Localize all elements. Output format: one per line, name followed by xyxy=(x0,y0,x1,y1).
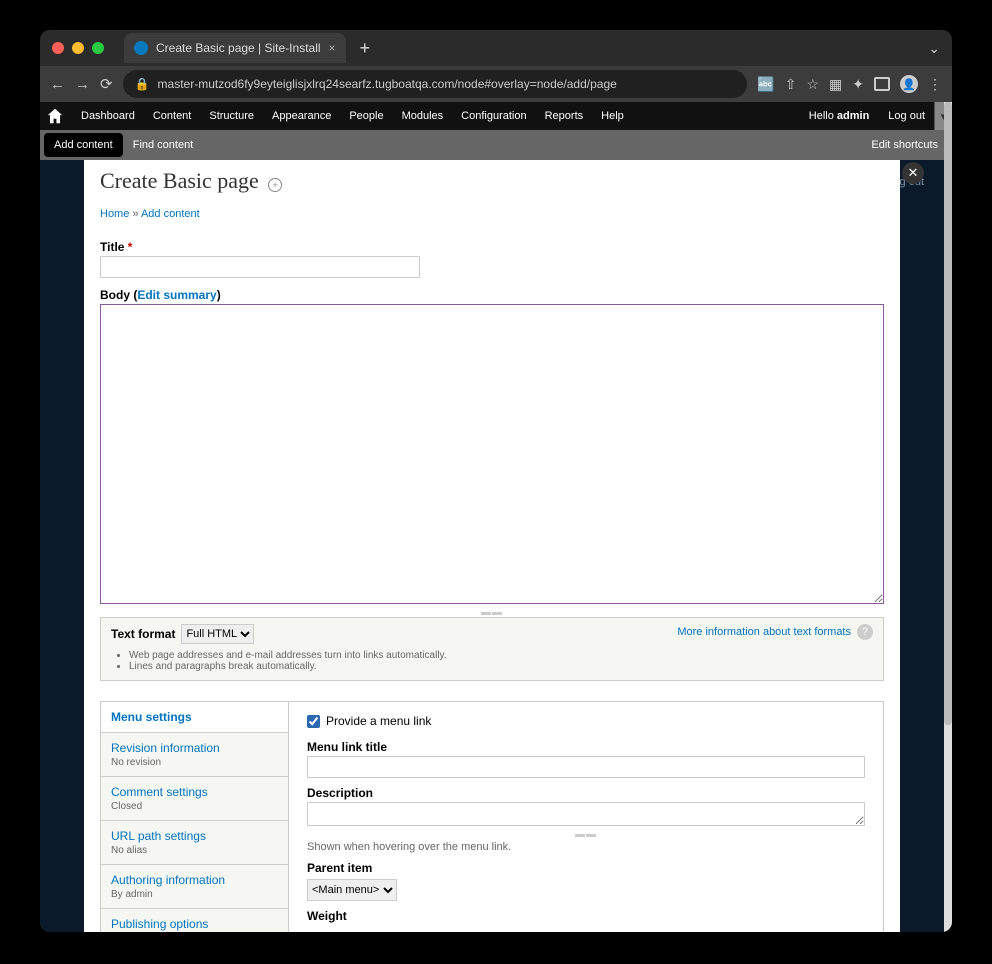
body-textarea[interactable] xyxy=(100,304,884,604)
forward-button[interactable]: → xyxy=(75,76,90,93)
title-label: Title * xyxy=(100,240,884,254)
maximize-window-icon[interactable] xyxy=(92,42,104,54)
lock-icon: 🔒 xyxy=(135,77,150,91)
toolbar-appearance[interactable]: Appearance xyxy=(263,102,340,130)
overlay-close-icon[interactable]: ✕ xyxy=(902,162,924,184)
text-format-label: Text format xyxy=(111,627,175,641)
menu-description-input[interactable] xyxy=(307,802,865,826)
text-format-box: Text format Full HTML More information a… xyxy=(100,617,884,681)
format-tips: Web page addresses and e-mail addresses … xyxy=(129,650,873,672)
sidepanel-icon[interactable] xyxy=(874,77,890,91)
minimize-window-icon[interactable] xyxy=(72,42,84,54)
menu-link-title-label: Menu link title xyxy=(307,740,865,754)
breadcrumb-add-content[interactable]: Add content xyxy=(141,208,200,220)
extension-icons: 🔤 ⇧ ☆ ▦ ✦ 👤 ⋮ xyxy=(757,75,942,93)
scrollbar-thumb[interactable] xyxy=(944,102,952,725)
extension-icon[interactable]: ▦ xyxy=(829,76,842,93)
url-text: master-mutzod6fy9eyteiglisjxlrq24searfz.… xyxy=(158,77,617,91)
vertical-tab-list: Menu settings Revision information No re… xyxy=(101,702,289,932)
shortcut-bar: Add content Find content Edit shortcuts xyxy=(40,130,952,160)
overlay-header: Create Basic page + xyxy=(84,160,900,204)
toolbar-dashboard[interactable]: Dashboard xyxy=(72,102,144,130)
format-tip: Web page addresses and e-mail addresses … xyxy=(129,650,873,661)
text-format-select[interactable]: Full HTML xyxy=(181,624,254,644)
breadcrumb: Home » Add content xyxy=(84,204,900,230)
node-form: Title * Body (Edit summary) ▬▬ Text form… xyxy=(84,240,900,932)
description-hint: Shown when hovering over the menu link. xyxy=(307,841,865,853)
browser-tab[interactable]: Create Basic page | Site-Install × xyxy=(124,33,346,63)
vtab-revision[interactable]: Revision information No revision xyxy=(101,733,288,777)
browser-window: Create Basic page | Site-Install × + ⌄ ←… xyxy=(40,30,952,932)
tab-list-chevron-icon[interactable]: ⌄ xyxy=(928,40,940,57)
window-controls xyxy=(52,42,104,54)
address-bar: ← → ⟳ 🔒 master-mutzod6fy9eyteiglisjxlrq2… xyxy=(40,66,952,102)
bookmark-icon[interactable]: ☆ xyxy=(806,76,819,93)
parent-item-label: Parent item xyxy=(307,861,865,875)
back-button[interactable]: ← xyxy=(50,76,65,93)
vertical-tabs: Menu settings Revision information No re… xyxy=(100,701,884,932)
menu-description-label: Description xyxy=(307,786,865,800)
page-title: Create Basic page xyxy=(100,168,259,193)
profile-avatar-icon[interactable]: 👤 xyxy=(900,75,918,93)
shortcut-add-content[interactable]: Add content xyxy=(44,133,123,157)
vtab-publishing[interactable]: Publishing options Published xyxy=(101,909,288,932)
admin-toolbar: Dashboard Content Structure Appearance P… xyxy=(40,102,952,130)
vtab-path[interactable]: URL path settings No alias xyxy=(101,821,288,865)
edit-summary-link[interactable]: Edit summary xyxy=(137,288,216,302)
close-tab-icon[interactable]: × xyxy=(329,41,336,55)
vertical-tab-pane: Provide a menu link Menu link title Desc… xyxy=(289,702,883,932)
toolbar-modules[interactable]: Modules xyxy=(393,102,453,130)
toolbar-people[interactable]: People xyxy=(340,102,392,130)
toolbar-reports[interactable]: Reports xyxy=(536,102,593,130)
toolbar-content[interactable]: Content xyxy=(144,102,201,130)
weight-label: Weight xyxy=(307,909,865,923)
help-icon: ? xyxy=(857,624,873,640)
provide-menu-link-checkbox[interactable]: Provide a menu link xyxy=(307,714,865,728)
tab-title: Create Basic page | Site-Install xyxy=(156,41,321,55)
toolbar-configuration[interactable]: Configuration xyxy=(452,102,535,130)
home-icon[interactable] xyxy=(46,107,64,125)
share-icon[interactable]: ⇧ xyxy=(785,76,797,93)
page-viewport: Dashboard Content Structure Appearance P… xyxy=(40,102,952,932)
hello-user: Hello admin xyxy=(809,110,880,122)
shortcut-add-icon[interactable]: + xyxy=(268,178,282,192)
parent-item-select[interactable]: <Main menu> xyxy=(307,879,397,901)
vtab-authoring[interactable]: Authoring information By admin xyxy=(101,865,288,909)
resize-grip-icon[interactable]: ▬▬ xyxy=(100,607,884,615)
new-tab-button[interactable]: + xyxy=(354,38,377,59)
close-window-icon[interactable] xyxy=(52,42,64,54)
scrollbar[interactable] xyxy=(944,102,952,932)
more-info-link[interactable]: More information about text formats ? xyxy=(677,624,873,640)
resize-grip-icon[interactable]: ▬▬ xyxy=(307,829,865,837)
overlay-panel: ✕ Create Basic page + Home » Add content… xyxy=(84,160,900,932)
menu-link-title-input[interactable] xyxy=(307,756,865,778)
vtab-menu-settings[interactable]: Menu settings xyxy=(101,702,288,733)
translate-icon[interactable]: 🔤 xyxy=(757,76,774,93)
breadcrumb-home[interactable]: Home xyxy=(100,208,129,220)
provide-menu-link-input[interactable] xyxy=(307,715,320,728)
url-input[interactable]: 🔒 master-mutzod6fy9eyteiglisjxlrq24searf… xyxy=(123,70,748,98)
edit-shortcuts[interactable]: Edit shortcuts xyxy=(871,139,952,151)
toolbar-help[interactable]: Help xyxy=(592,102,633,130)
vtab-comment[interactable]: Comment settings Closed xyxy=(101,777,288,821)
title-input[interactable] xyxy=(100,256,420,278)
body-label: Body (Edit summary) xyxy=(100,288,884,302)
reload-button[interactable]: ⟳ xyxy=(100,75,113,93)
shortcut-find-content[interactable]: Find content xyxy=(123,133,204,157)
kebab-menu-icon[interactable]: ⋮ xyxy=(928,76,942,93)
extensions-puzzle-icon[interactable]: ✦ xyxy=(852,76,864,93)
favicon-icon xyxy=(134,41,148,55)
toolbar-logout[interactable]: Log out xyxy=(879,102,934,130)
toolbar-structure[interactable]: Structure xyxy=(200,102,263,130)
format-tip: Lines and paragraphs break automatically… xyxy=(129,661,873,672)
tab-strip: Create Basic page | Site-Install × + ⌄ xyxy=(40,30,952,66)
